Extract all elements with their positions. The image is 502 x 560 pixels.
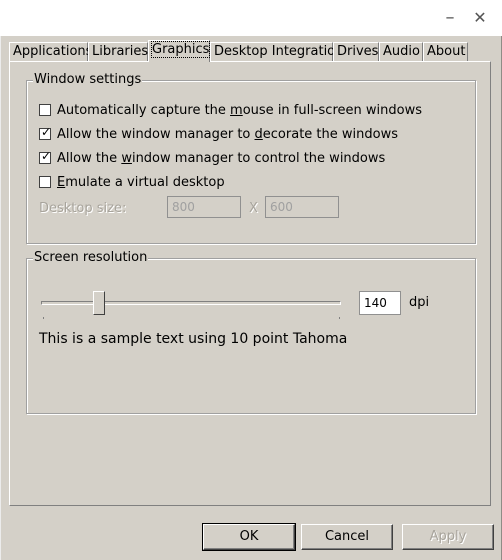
tab-desktop-integration[interactable]: Desktop Integration: [210, 42, 343, 61]
checkbox-box[interactable]: [39, 176, 51, 188]
desktop-size-label: Desktop size:: [39, 201, 127, 216]
cancel-button[interactable]: Cancel: [301, 524, 393, 550]
dpi-unit-label: dpi: [409, 295, 430, 310]
tab-libraries[interactable]: Libraries: [88, 42, 148, 61]
window-settings-group: Window settings Automatically capture th…: [26, 72, 476, 244]
checkbox-box[interactable]: ✓: [39, 125, 52, 140]
tab-applications[interactable]: Applications: [9, 42, 92, 61]
checkbox-box[interactable]: [39, 104, 51, 116]
desktop-size-separator: X: [249, 201, 258, 216]
virtual-desktop-checkbox[interactable]: Emulate a virtual desktop: [39, 175, 225, 193]
dpi-input[interactable]: 140: [359, 291, 401, 315]
slider-tick: [43, 317, 44, 319]
screen-resolution-group: Screen resolution 140 dpi This is a samp…: [26, 250, 476, 414]
sample-text: This is a sample text using 10 point Tah…: [39, 331, 348, 347]
dpi-slider-track[interactable]: [41, 301, 341, 305]
dpi-slider-thumb[interactable]: [93, 291, 105, 315]
desktop-width-field[interactable]: 800: [167, 196, 241, 218]
tab-graphics[interactable]: Graphics: [148, 40, 211, 62]
graphics-tab-panel: Window settings Automatically capture th…: [9, 61, 491, 506]
close-icon[interactable]: ✕: [466, 6, 494, 30]
checkmark-icon: ✓: [41, 149, 52, 163]
tab-about[interactable]: About: [423, 42, 468, 61]
tab-drives[interactable]: Drives: [333, 42, 379, 61]
decorate-windows-checkbox[interactable]: ✓ Allow the window manager to decorate th…: [39, 125, 398, 145]
checkmark-icon: ✓: [41, 125, 52, 139]
apply-button[interactable]: Apply: [402, 524, 494, 550]
window-settings-title: Window settings: [33, 72, 143, 87]
wine-configuration-dialog: Applications Libraries Graphics Desktop …: [0, 36, 502, 560]
ok-button[interactable]: OK: [202, 523, 296, 551]
desktop-height-field[interactable]: 600: [265, 196, 339, 218]
slider-tick: [339, 317, 340, 319]
tab-audio[interactable]: Audio: [379, 42, 423, 61]
checkbox-box[interactable]: ✓: [39, 149, 52, 164]
screen-resolution-title: Screen resolution: [33, 250, 149, 265]
minimize-icon[interactable]: –: [436, 6, 464, 30]
control-windows-checkbox[interactable]: ✓ Allow the window manager to control the…: [39, 149, 385, 169]
title-bar: – ✕: [0, 0, 502, 36]
capture-mouse-checkbox[interactable]: Automatically capture the mouse in full-…: [39, 103, 422, 121]
